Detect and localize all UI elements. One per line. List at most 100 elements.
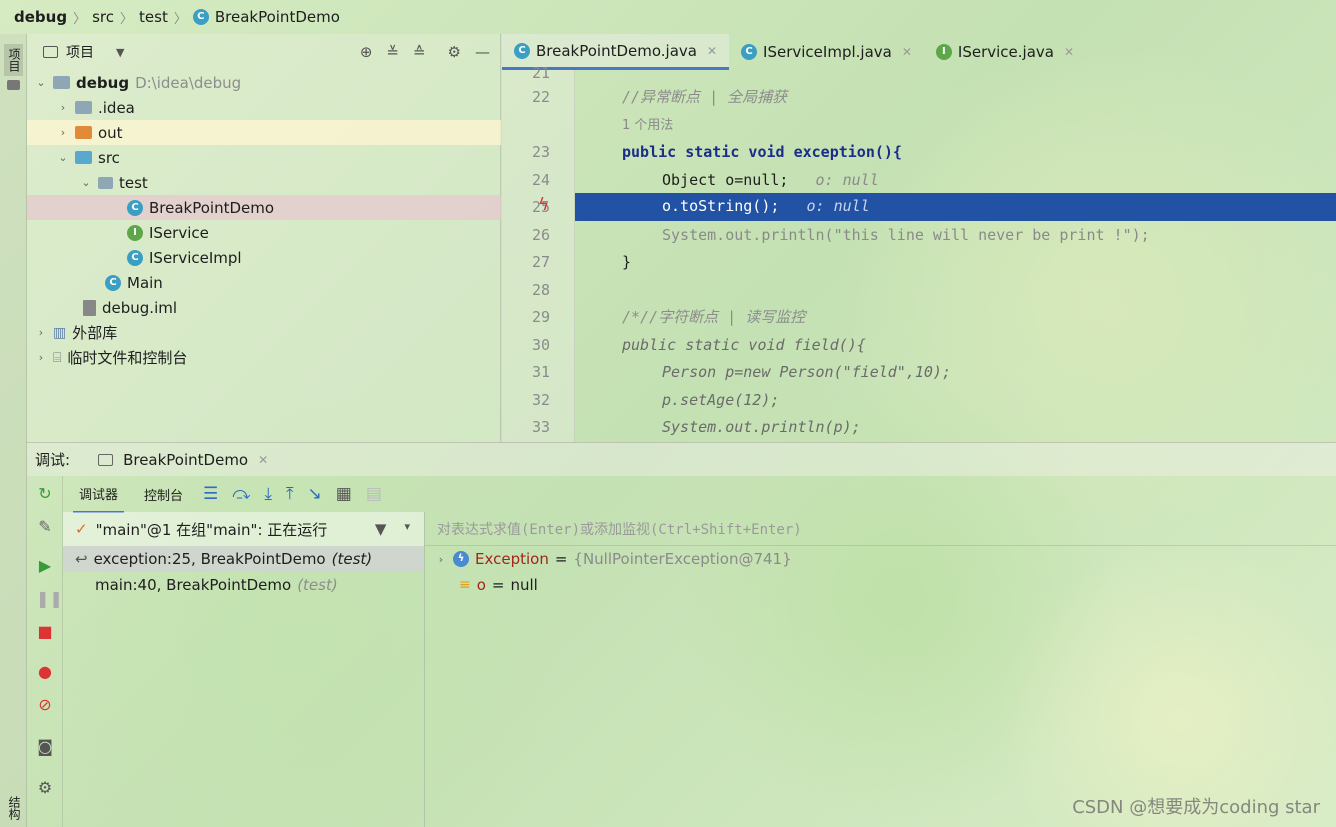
return-arrow-icon: ↩: [75, 550, 88, 568]
frame-method: main:40, BreakPointDemo: [95, 576, 292, 594]
structure-tool-tab[interactable]: 结构: [4, 796, 23, 820]
variable-equals: =: [554, 550, 568, 568]
usage-hint[interactable]: 1 个用法: [575, 112, 1336, 139]
tree-item-main[interactable]: C Main: [105, 270, 501, 295]
evaluate-expression-icon[interactable]: ▦: [336, 484, 352, 504]
editor-tabs: C BreakPointDemo.java ✕ C IServiceImpl.j…: [502, 34, 1336, 70]
inline-value-hint: o: null: [815, 171, 879, 189]
breadcrumb-test[interactable]: test: [139, 8, 168, 26]
breadcrumb-src[interactable]: src: [92, 8, 114, 26]
project-panel-title[interactable]: 项目: [66, 42, 94, 62]
chevron-right-icon: ›: [38, 351, 44, 364]
frame-package: (test): [297, 576, 338, 594]
frame-item[interactable]: ↩ exception:25, BreakPointDemo (test): [63, 546, 424, 572]
tree-item-idea[interactable]: › .idea: [57, 95, 501, 120]
gear-icon[interactable]: ⚙: [448, 43, 461, 61]
trace-icon[interactable]: ▤: [366, 484, 382, 504]
tree-item-iserviceimpl[interactable]: C IServiceImpl: [127, 245, 501, 270]
source-folder-icon: [75, 151, 92, 164]
line-number: 31: [531, 363, 550, 381]
filter-icon[interactable]: ▼: [375, 520, 387, 538]
thread-selector[interactable]: ✓ "main"@1 在组"main": 正在运行 ▼ ▾: [63, 512, 424, 546]
dropdown-arrow-icon[interactable]: ▾: [404, 520, 410, 538]
code-text: System.out.println("this line will never…: [662, 226, 1150, 244]
tree-item-breakpointdemo[interactable]: C BreakPointDemo: [27, 195, 501, 220]
tab-iserviceimpl[interactable]: C IServiceImpl.java ✕: [729, 34, 924, 70]
wrench-icon[interactable]: ✎: [36, 518, 54, 536]
line-number: 21: [531, 64, 550, 82]
mute-breakpoints-icon[interactable]: ⊘: [36, 696, 54, 714]
code-line-29: /*//字符断点 | 读写监控: [575, 304, 1336, 331]
code-line-27: }: [575, 249, 1336, 276]
minimize-icon[interactable]: —: [475, 43, 490, 61]
scratches-icon: ⌸: [53, 349, 62, 366]
variable-row[interactable]: ≡ o = null: [425, 572, 1336, 598]
chevron-right-icon[interactable]: ›: [435, 553, 447, 566]
line-number: 28: [531, 281, 550, 299]
chevron-right-icon: 〉: [120, 11, 134, 27]
tree-item-label: test: [119, 173, 148, 192]
resume-icon[interactable]: ▶: [36, 557, 54, 575]
tree-item-external-libraries[interactable]: › ▥ 外部库: [35, 320, 501, 345]
pause-icon[interactable]: ❚❚: [36, 590, 63, 608]
dropdown-arrow-icon[interactable]: ▼: [116, 46, 124, 59]
chevron-right-icon: 〉: [173, 11, 187, 27]
breadcrumb-class[interactable]: BreakPointDemo: [215, 8, 340, 26]
tree-item-debug[interactable]: ⌄ debug D:\idea\debug: [35, 70, 501, 95]
thread-label: "main"@1 在组"main": 正在运行: [95, 520, 328, 539]
tree-item-debug-iml[interactable]: debug.iml: [83, 295, 501, 320]
step-into-icon[interactable]: ⤓: [264, 484, 272, 504]
code-line-30: public static void field(){: [575, 332, 1336, 359]
tab-iservice[interactable]: I IService.java ✕: [924, 34, 1086, 70]
tree-item-label: BreakPointDemo: [149, 198, 275, 217]
inline-value-hint: o: null: [806, 197, 870, 215]
tree-item-scratches[interactable]: › ⌸ 临时文件和控制台: [35, 345, 501, 370]
code-line-31: Person p=new Person("field",10);: [575, 359, 1336, 386]
collapse-all-icon[interactable]: ≙: [413, 43, 426, 61]
close-icon[interactable]: ✕: [902, 45, 912, 59]
chevron-down-icon: ⌄: [36, 76, 46, 89]
close-icon[interactable]: ✕: [1064, 45, 1074, 59]
stop-icon[interactable]: ■: [36, 623, 54, 641]
expand-all-icon[interactable]: ≚: [386, 43, 399, 61]
interface-icon: I: [935, 44, 952, 60]
tab-debugger[interactable]: 调试器: [73, 476, 125, 513]
class-icon: C: [514, 42, 530, 59]
line-number: 24: [531, 171, 550, 189]
close-icon[interactable]: ✕: [707, 44, 717, 58]
module-folder-icon: [53, 76, 70, 89]
run-to-cursor-icon[interactable]: ↘: [308, 484, 322, 504]
gear-icon[interactable]: ⚙: [36, 779, 54, 797]
variable-row[interactable]: › ϟ Exception = {NullPointerException@74…: [425, 546, 1336, 572]
tree-item-test[interactable]: ⌄ test: [80, 170, 501, 195]
package-icon: [98, 176, 113, 189]
chevron-right-icon: ›: [60, 101, 66, 114]
project-tool-tab[interactable]: 项目: [4, 44, 23, 76]
line-number: 30: [531, 336, 550, 354]
breadcrumb-project[interactable]: debug: [14, 8, 67, 26]
tree-item-out[interactable]: › out: [27, 120, 501, 145]
evaluate-expression-input[interactable]: 对表达式求值(Enter)或添加监视(Ctrl+Shift+Enter): [425, 512, 1336, 546]
code-editor[interactable]: //异常断点 | 全局捕获 1 个用法 public static void e…: [575, 70, 1336, 442]
tree-item-src[interactable]: ⌄ src: [57, 145, 501, 170]
exception-breakpoint-icon[interactable]: ϟ: [538, 195, 549, 215]
rerun-icon[interactable]: ↻: [36, 485, 54, 503]
camera-icon[interactable]: ◙: [36, 738, 54, 756]
editor-gutter[interactable]: 21 22 23 24 25 ϟ 26 27 28 29 30 31 32 33: [502, 64, 575, 442]
show-execution-point-icon[interactable]: ☰: [203, 484, 218, 504]
variable-value: null: [510, 576, 538, 594]
debug-session-tab[interactable]: BreakPointDemo: [123, 451, 248, 469]
step-over-icon[interactable]: ⤼: [232, 484, 250, 504]
tab-console[interactable]: 控制台: [138, 477, 189, 512]
view-breakpoints-icon[interactable]: ●: [36, 663, 54, 681]
tree-item-iservice[interactable]: I IService: [127, 220, 501, 245]
frames-panel: ✓ "main"@1 在组"main": 正在运行 ▼ ▾ ↩ exceptio…: [63, 512, 425, 827]
tree-item-label: Main: [127, 273, 163, 292]
locate-icon[interactable]: ⊕: [360, 43, 373, 61]
close-icon[interactable]: ✕: [258, 453, 268, 467]
variables-panel: 对表达式求值(Enter)或添加监视(Ctrl+Shift+Enter) › ϟ…: [425, 512, 1336, 827]
frame-item[interactable]: main:40, BreakPointDemo (test): [63, 572, 424, 598]
step-out-icon[interactable]: ⤒: [286, 484, 294, 504]
variable-value: {NullPointerException@741}: [573, 550, 792, 568]
file-icon: [83, 299, 96, 316]
